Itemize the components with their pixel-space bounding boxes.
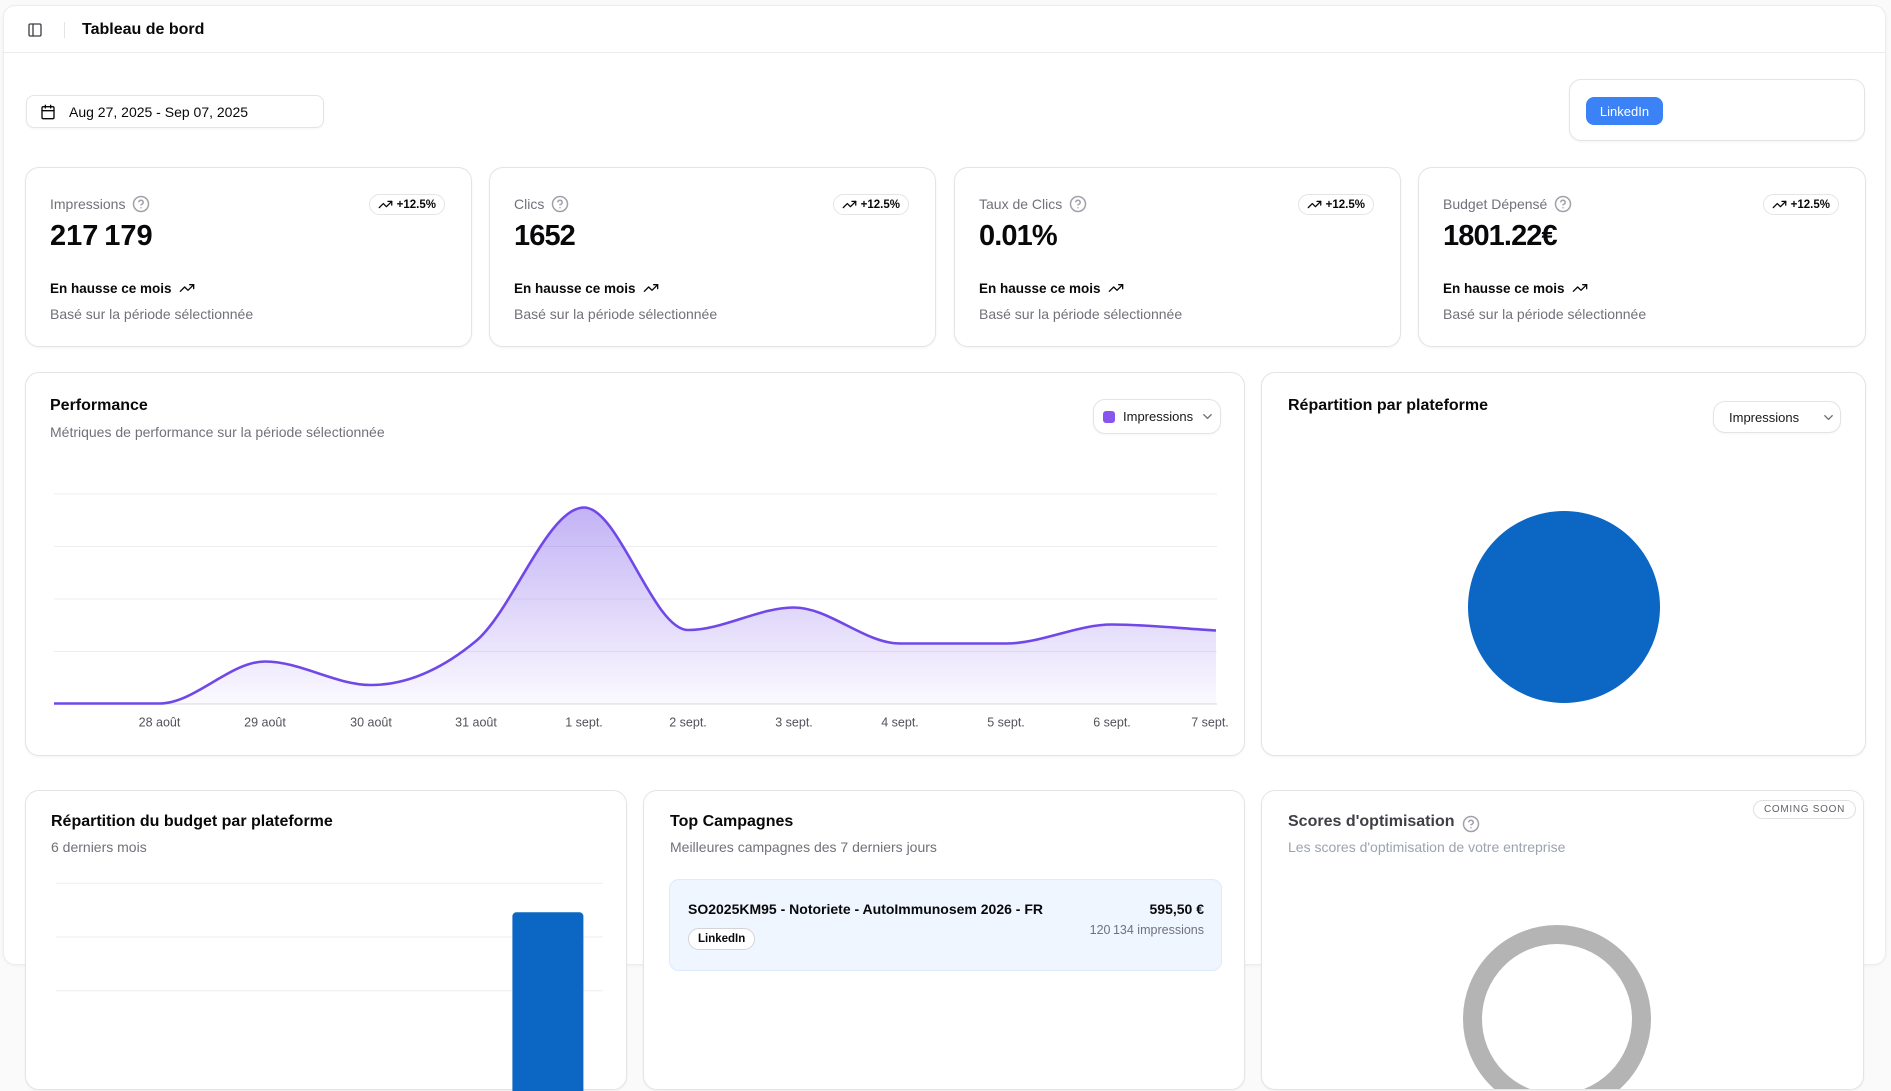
- svg-text:5 sept.: 5 sept.: [987, 716, 1025, 730]
- svg-text:4 sept.: 4 sept.: [881, 716, 919, 730]
- svg-text:31 août: 31 août: [455, 716, 497, 730]
- svg-text:1 sept.: 1 sept.: [565, 716, 603, 730]
- svg-text:30 août: 30 août: [350, 716, 392, 730]
- svg-text:7 sept.: 7 sept.: [1191, 716, 1229, 730]
- svg-text:28 août: 28 août: [139, 716, 181, 730]
- svg-text:3 sept.: 3 sept.: [775, 716, 813, 730]
- svg-text:29 août: 29 août: [244, 716, 286, 730]
- svg-text:2 sept.: 2 sept.: [669, 716, 707, 730]
- svg-text:6 sept.: 6 sept.: [1093, 716, 1131, 730]
